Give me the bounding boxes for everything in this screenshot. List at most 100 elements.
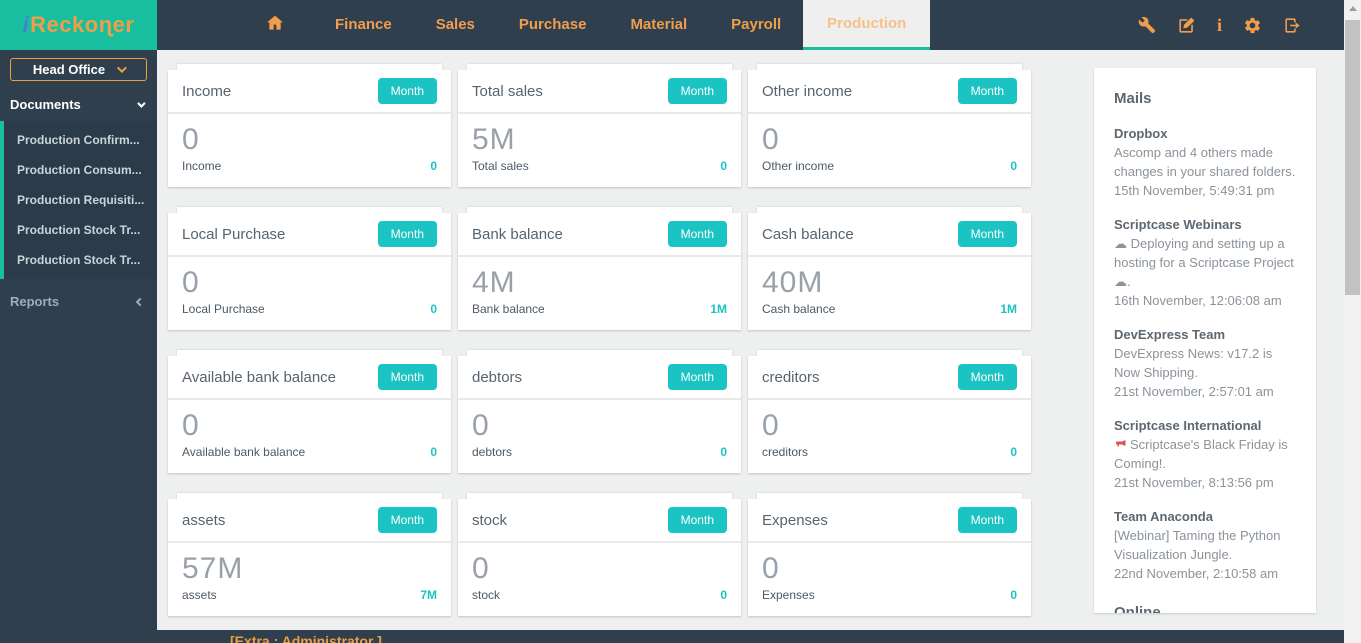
month-button[interactable]: Month — [378, 364, 437, 390]
card-sub-value: 1M — [710, 302, 727, 316]
office-selector-label: Head Office — [33, 62, 105, 77]
chevron-down-icon — [117, 63, 127, 73]
card-label: Cash balance — [762, 302, 835, 316]
month-button[interactable]: Month — [958, 78, 1017, 104]
card-value: 0 — [182, 124, 437, 156]
card-title: assets — [182, 512, 225, 529]
month-button[interactable]: Month — [958, 221, 1017, 247]
mail-subject: ☁ Deploying and setting up a hosting for… — [1114, 234, 1296, 291]
gear-icon[interactable] — [1243, 16, 1262, 35]
sidebar-item-production-consumption[interactable]: Production Consum... — [4, 155, 157, 185]
month-button[interactable]: Month — [378, 507, 437, 533]
mail-timestamp: 15th November, 5:49:31 pm — [1114, 181, 1296, 200]
mail-item[interactable]: Team Anaconda [Webinar] Taming the Pytho… — [1114, 507, 1296, 583]
card-value: 5M — [472, 124, 727, 156]
card-sub-value: 0 — [430, 159, 437, 173]
footer-user-text: [Extra : Administrator ] — [230, 633, 1344, 643]
sidebar-item-production-confirmation[interactable]: Production Confirm... — [4, 125, 157, 155]
card-sub-value: 0 — [1010, 588, 1017, 602]
online-heading: Online — [1114, 604, 1296, 613]
nav-item-purchase[interactable]: Purchase — [497, 0, 609, 50]
nav-item-payroll[interactable]: Payroll — [709, 0, 803, 50]
mail-timestamp: 22nd November, 2:10:58 am — [1114, 564, 1296, 583]
info-icon[interactable]: i — [1217, 15, 1222, 36]
card-label: debtors — [472, 445, 512, 459]
mail-sender: Team Anaconda — [1114, 507, 1296, 526]
scrollbar-thumb[interactable] — [1345, 20, 1360, 295]
mail-sender: Scriptcase Webinars — [1114, 215, 1296, 234]
card-value: 0 — [762, 410, 1017, 442]
card-value: 0 — [182, 410, 437, 442]
kpi-card-debtors: debtors Month 0 debtors 0 — [458, 350, 741, 473]
kpi-card-total-sales: Total sales Month 5M Total sales 0 — [458, 64, 741, 187]
month-button[interactable]: Month — [668, 78, 727, 104]
card-title: Expenses — [762, 512, 828, 529]
card-value: 40M — [762, 267, 1017, 299]
card-value: 0 — [762, 124, 1017, 156]
scroll-up-button[interactable] — [1344, 0, 1361, 17]
sidebar-section-reports[interactable]: Reports — [0, 279, 157, 324]
kpi-card-bank-balance: Bank balance Month 4M Bank balance 1M — [458, 207, 741, 330]
month-button[interactable]: Month — [958, 507, 1017, 533]
wrench-icon[interactable] — [1138, 16, 1156, 34]
scroll-up-arrow-icon — [1349, 6, 1357, 11]
card-label: Available bank balance — [182, 445, 305, 459]
mail-sender: Scriptcase International — [1114, 416, 1296, 435]
mail-item[interactable]: Dropbox Ascomp and 4 others made changes… — [1114, 124, 1296, 200]
card-label: Local Purchase — [182, 302, 265, 316]
card-label: Bank balance — [472, 302, 545, 316]
card-label: Other income — [762, 159, 834, 173]
month-button[interactable]: Month — [668, 221, 727, 247]
kpi-card-cash-balance: Cash balance Month 40M Cash balance 1M — [748, 207, 1031, 330]
mail-timestamp: 16th November, 12:06:08 am — [1114, 291, 1296, 310]
kpi-card-available-bank-balance: Available bank balance Month 0 Available… — [168, 350, 451, 473]
card-label: stock — [472, 588, 500, 602]
sidebar-item-production-stock-transfer-2[interactable]: Production Stock Tr... — [4, 245, 157, 275]
mail-item[interactable]: Scriptcase Webinars ☁ Deploying and sett… — [1114, 215, 1296, 310]
card-sub-value: 0 — [430, 302, 437, 316]
office-selector[interactable]: Head Office — [10, 58, 147, 81]
month-button[interactable]: Month — [378, 78, 437, 104]
sidebar: Head Office Documents Production Confirm… — [0, 50, 157, 630]
card-title: debtors — [472, 369, 522, 386]
month-button[interactable]: Month — [668, 507, 727, 533]
card-value: 57M — [182, 553, 437, 585]
month-button[interactable]: Month — [378, 221, 437, 247]
chevron-left-icon — [136, 297, 144, 305]
sidebar-section-documents[interactable]: Documents — [0, 89, 157, 121]
month-button[interactable]: Month — [958, 364, 1017, 390]
mail-item[interactable]: Scriptcase International Scriptcase's Bl… — [1114, 416, 1296, 492]
logo-text: Reckoɳer — [30, 12, 134, 38]
mail-sender: DevExpress Team — [1114, 325, 1296, 344]
mail-timestamp: 21st November, 8:13:56 pm — [1114, 473, 1296, 492]
app-logo[interactable]: iReckoɳer — [0, 0, 157, 50]
card-title: Other income — [762, 83, 852, 100]
edit-icon[interactable] — [1177, 16, 1196, 35]
navbar-action-icons: i — [1138, 0, 1302, 50]
card-title: stock — [472, 512, 507, 529]
card-sub-value: 7M — [420, 588, 437, 602]
nav-home-button[interactable] — [237, 0, 313, 50]
nav-item-sales[interactable]: Sales — [414, 0, 497, 50]
mails-heading: Mails — [1114, 90, 1296, 107]
kpi-card-creditors: creditors Month 0 creditors 0 — [748, 350, 1031, 473]
nav-item-finance[interactable]: Finance — [313, 0, 414, 50]
nav-item-material[interactable]: Material — [608, 0, 709, 50]
sidebar-item-production-requisition[interactable]: Production Requisiti... — [4, 185, 157, 215]
card-sub-value: 0 — [430, 445, 437, 459]
mail-sender: Dropbox — [1114, 124, 1296, 143]
vertical-scrollbar[interactable] — [1344, 0, 1361, 643]
mail-subject: [Webinar] Taming the Python Visualizatio… — [1114, 526, 1296, 564]
footer-bar: [Extra : Administrator ] — [0, 630, 1344, 643]
logout-icon[interactable] — [1283, 16, 1302, 35]
home-icon — [265, 13, 285, 38]
nav-item-production-active[interactable]: Production — [803, 0, 930, 50]
card-value: 0 — [762, 553, 1017, 585]
mail-item[interactable]: DevExpress Team DevExpress News: v17.2 i… — [1114, 325, 1296, 401]
month-button[interactable]: Month — [668, 364, 727, 390]
sidebar-item-production-stock-transfer-1[interactable]: Production Stock Tr... — [4, 215, 157, 245]
card-title: creditors — [762, 369, 820, 386]
card-title: Total sales — [472, 83, 543, 100]
mails-panel: Mails Dropbox Ascomp and 4 others made c… — [1094, 68, 1316, 613]
kpi-card-expenses: Expenses Month 0 Expenses 0 — [748, 493, 1031, 616]
